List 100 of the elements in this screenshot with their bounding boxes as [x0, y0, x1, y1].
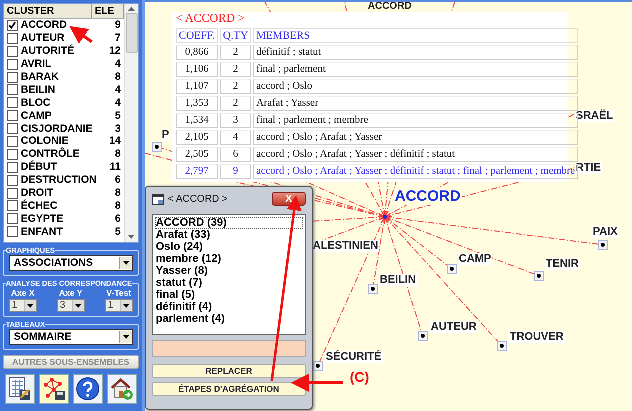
checkbox[interactable]: [7, 32, 18, 44]
table-cell: 2: [220, 96, 252, 111]
cluster-name[interactable]: CISJORDANIE: [21, 122, 99, 135]
cluster-name[interactable]: AVRIL: [21, 58, 99, 70]
dropdown-arrow-icon: [122, 335, 130, 339]
spreadsheet-icon-button[interactable]: [5, 374, 35, 404]
word-list[interactable]: ACCORD (39) Arafat (33) Oslo (24) membre (12) Yasser (8) statut (7) final (5) définitif (4) parlement (4): [152, 214, 306, 335]
table-cell: final ; parlement ; membre: [253, 113, 578, 128]
cluster-name[interactable]: DESTRUCTION: [21, 174, 99, 186]
home-arrow-icon: [110, 377, 134, 401]
list-item[interactable]: parlement (4): [155, 313, 303, 325]
cluster-name[interactable]: DROIT: [21, 187, 99, 200]
element-count: 8: [114, 187, 122, 200]
cluster-name[interactable]: BEILIN: [21, 84, 99, 96]
list-item[interactable]: statut (7): [155, 277, 303, 289]
scroll-down-icon[interactable]: [128, 235, 135, 239]
list-item[interactable]: Oslo (24): [155, 241, 303, 253]
dropdown-arrow-icon: [122, 261, 130, 265]
table-row[interactable]: 2,505 6 accord ; Oslo ; Arafat ; Yasser ; définitif ; statut: [176, 147, 578, 162]
node-label: AUTEUR: [430, 321, 478, 333]
element-count: 14: [108, 135, 122, 148]
checkbox[interactable]: [7, 97, 18, 108]
help-icon: [76, 377, 100, 401]
column-header[interactable]: CLUSTER: [4, 4, 92, 18]
checkbox[interactable]: [7, 110, 18, 122]
chart-type-select[interactable]: ASSOCIATIONS: [9, 255, 133, 271]
checkbox[interactable]: [7, 136, 18, 147]
cluster-name[interactable]: BARAK: [21, 71, 99, 83]
action-button[interactable]: ÉTAPES D'AGRÉGATION: [152, 382, 306, 396]
network-floppy-icon: [42, 377, 66, 401]
scroll-up-icon[interactable]: [128, 7, 135, 11]
center-node-label: ACCORD: [394, 188, 462, 205]
table-cell: 1,353: [176, 96, 218, 111]
checkbox[interactable]: [7, 58, 18, 70]
checkbox[interactable]: [7, 213, 18, 224]
graph-node[interactable]: [313, 361, 323, 371]
cluster-name[interactable]: CONTRÔLE: [21, 148, 99, 160]
cluster-name[interactable]: ENFANT: [21, 226, 99, 238]
checkbox[interactable]: [7, 46, 18, 57]
graph-node[interactable]: [534, 271, 544, 281]
help-button[interactable]: [73, 374, 103, 404]
checkbox[interactable]: [7, 188, 18, 199]
checkbox[interactable]: [7, 226, 18, 238]
table-row[interactable]: 0,866 2 définitif ; statut: [176, 45, 578, 60]
graph-icon-button[interactable]: [39, 374, 69, 404]
column-header[interactable]: ELE: [92, 4, 124, 18]
table-row[interactable]: 1,106 2 final ; parlement: [176, 62, 578, 77]
cluster-name[interactable]: ACCORD: [21, 19, 99, 32]
checkbox[interactable]: [7, 174, 18, 186]
graph-node[interactable]: [497, 341, 507, 351]
checkbox[interactable]: [7, 162, 18, 173]
table-cell: accord ; Oslo ; Arafat ; Yasser ; définitif ; statut: [253, 147, 578, 162]
list-item[interactable]: ACCORD (39): [155, 217, 303, 229]
input-field[interactable]: [152, 340, 306, 357]
table-row[interactable]: 1,353 2 Arafat ; Yasser: [176, 96, 578, 111]
checkbox[interactable]: [7, 123, 18, 134]
element-count: 6: [114, 212, 122, 225]
table-row[interactable]: 1,534 3 final ; parlement ; membre: [176, 113, 578, 128]
cluster-name[interactable]: CAMP: [21, 110, 99, 122]
table-cell: 1,534: [176, 113, 218, 128]
table-cell: 2,505: [176, 147, 218, 162]
list-item[interactable]: membre (12): [155, 253, 303, 265]
home-button[interactable]: [107, 374, 137, 404]
list-item[interactable]: final (5): [155, 289, 303, 301]
table-row[interactable]: 2,105 4 accord ; Oslo ; Arafat ; Yasser: [176, 130, 578, 145]
table-cell: 3: [220, 113, 252, 128]
checkbox[interactable]: [7, 148, 18, 160]
popup-title: < ACCORD >: [176, 12, 246, 25]
scroll-thumb[interactable]: [126, 13, 138, 53]
table-cell: 2: [220, 62, 252, 77]
graph-node[interactable]: [418, 331, 428, 341]
element-count: 4: [114, 58, 122, 70]
list-item[interactable]: Arafat (33): [155, 229, 303, 241]
scrollbar[interactable]: [124, 4, 138, 242]
center-node[interactable]: [378, 210, 392, 224]
cluster-name[interactable]: COLONIE: [21, 135, 99, 148]
checkbox[interactable]: [7, 84, 18, 96]
graph-node[interactable]: [447, 264, 457, 274]
cluster-name[interactable]: DÉBUT: [21, 161, 99, 174]
graph-node[interactable]: [152, 142, 162, 152]
checkbox[interactable]: [7, 20, 18, 31]
cluster-name[interactable]: EGYPTE: [21, 212, 99, 225]
table-cell: 1,107: [176, 79, 218, 94]
window-icon: [152, 194, 164, 204]
graph-node[interactable]: [368, 284, 378, 294]
cluster-name[interactable]: AUTEUR: [21, 32, 99, 44]
graph-node[interactable]: [598, 240, 608, 250]
element-count: 3: [114, 122, 122, 135]
list-item[interactable]: définitif (4): [155, 301, 303, 313]
table-select[interactable]: SOMMAIRE: [9, 329, 133, 345]
action-button[interactable]: REPLACER: [152, 364, 306, 378]
element-count: 8: [114, 148, 122, 160]
cluster-name[interactable]: BLOC: [21, 96, 99, 109]
checkbox[interactable]: [7, 200, 18, 212]
checkbox[interactable]: [7, 72, 18, 82]
cluster-name[interactable]: AUTORITÉ: [21, 45, 99, 58]
cluster-list[interactable]: CLUSTER ELE ACCORD 9 AUTEUR 7 AUTORITÉ 12 AVRIL 4 BARAK 8 BEILIN 4 BLOC 4 CAMP 5 CISJORDANIE 3 COLONIE 14 CONTRÔLE 8 DÉBUT 11 DESTRUCTION 6 DROIT 8 ÉCHEC 8 EGYPTE 6 ENFANT 5: [3, 3, 139, 243]
table-row[interactable]: 1,107 2 accord ; Oslo: [176, 79, 578, 94]
cluster-name[interactable]: ÉCHEC: [21, 200, 99, 212]
list-item[interactable]: Yasser (8): [155, 265, 303, 277]
